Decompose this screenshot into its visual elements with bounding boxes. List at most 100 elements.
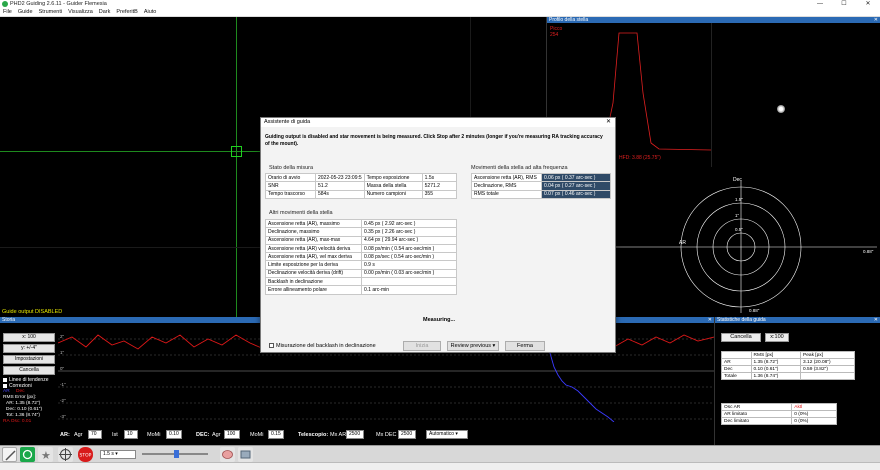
table-cell: AR xyxy=(721,358,752,366)
table-cell: 0.45 px ( 2.92 arc-sec ) xyxy=(361,218,457,229)
dec-mode-select[interactable]: Automatico ▾ xyxy=(426,430,468,439)
ar-hysteresis-input[interactable]: 10 xyxy=(124,430,138,439)
table-row: AR 1.35 (8.72") 3.12 (20.08") xyxy=(721,358,855,366)
panel-close-icon[interactable]: ✕ xyxy=(874,317,878,323)
table-cell: 0.04 px ( 0.27 arc-sec ) xyxy=(541,181,611,191)
table-cell: Errore allineamento polare xyxy=(265,285,362,295)
camera-connect-icon[interactable] xyxy=(2,447,17,462)
ar-minmove-input[interactable]: 0.10 xyxy=(166,430,182,439)
table-cell: 0.9 s xyxy=(361,260,457,270)
table-cell: RMS totale xyxy=(471,189,542,199)
ar-ist-label: Ist xyxy=(112,432,118,438)
table-cell: Declinazione, RMS xyxy=(471,181,542,191)
svg-text:STOP: STOP xyxy=(80,453,92,459)
menu-file[interactable]: File xyxy=(0,8,15,17)
review-previous-button[interactable]: Review previous ▾ xyxy=(447,341,499,351)
backlash-checkbox-label: Misurazione del backlash in declinazione xyxy=(276,343,376,349)
ring-label: 1.5" xyxy=(735,197,743,202)
table-cell: 0.1 arc-min xyxy=(361,285,457,295)
max-ra-input[interactable]: 2500 xyxy=(346,430,364,439)
title-bar: PHD2 Guiding 2.6.11 - Guider Flemesia — … xyxy=(0,0,880,8)
table-cell: Numero campioni xyxy=(363,189,423,199)
status-table: Orario di avvio 2022-05-23 23:09:5 Tempo… xyxy=(265,172,458,199)
guide-icon[interactable] xyxy=(58,447,73,462)
ra-axis-label: AR xyxy=(679,240,686,246)
scale-label-right: 0.88" xyxy=(863,249,874,254)
dec-minmove-input[interactable]: 0.15 xyxy=(268,430,284,439)
menu-dark[interactable]: Dark xyxy=(96,8,114,17)
loop-icon[interactable] xyxy=(20,447,35,462)
table-row: Osc AR Aktl xyxy=(720,403,837,411)
crosshair-vertical xyxy=(236,17,237,317)
menu-help[interactable]: Aiuto xyxy=(141,8,160,17)
dialog-close-icon[interactable]: ✕ xyxy=(606,118,611,127)
panel-close-icon[interactable]: ✕ xyxy=(874,17,878,23)
table-cell: Osc AR xyxy=(720,403,793,411)
stats-limits-table: Osc AR Aktl AR limitato 0 (0%) Dec limit… xyxy=(720,403,837,425)
clear-stats-button[interactable]: Cancella xyxy=(721,333,761,342)
table-row: Backlash in declinazione xyxy=(265,277,457,287)
table-cell: Dec limitato xyxy=(720,417,793,425)
table-row: Orario di avvio 2022-05-23 23:09:5 Tempo… xyxy=(265,172,458,183)
star-selection-box[interactable] xyxy=(231,146,242,157)
table-cell: 0.07 px ( 0.46 arc-sec ) xyxy=(541,189,611,199)
table-row: Tempo trascorso 584s Numero campioni 355 xyxy=(265,189,458,199)
auto-select-star-icon[interactable]: ★ xyxy=(38,447,53,462)
table-row: Declinazione, massimo 0.35 px ( 2.26 arc-… xyxy=(265,227,457,237)
y-range-button[interactable]: y: +/-4" xyxy=(3,344,55,353)
stats-x-select[interactable]: x:100 xyxy=(765,333,789,342)
exposure-select[interactable]: 1.5 s ▾ xyxy=(100,450,136,459)
menu-view[interactable]: Visualizza xyxy=(65,8,96,17)
mx-ar-label: Mx AR xyxy=(330,432,347,438)
stop-button[interactable]: Ferma xyxy=(505,341,545,351)
start-button[interactable]: Inizia xyxy=(403,341,441,351)
tools-icon[interactable] xyxy=(238,447,253,462)
table-row: Ascensione retta (AR), vel max deriva 0.0… xyxy=(265,252,457,262)
brain-icon[interactable] xyxy=(220,447,235,462)
ring-label: 0.5" xyxy=(735,227,743,232)
table-cell: 0.10 (0.61") xyxy=(750,365,802,373)
table-cell: SNR xyxy=(265,181,316,191)
guiding-assistant-dialog: Assistente di guida ✕ Guiding output is … xyxy=(260,117,616,353)
menu-bookmarks[interactable]: PreferitB xyxy=(113,8,140,17)
other-motion-table: Ascensione retta (AR), massimo 0.45 px ( … xyxy=(265,218,457,295)
clear-history-button[interactable]: Cancella xyxy=(3,366,55,375)
gamma-slider-handle[interactable] xyxy=(174,450,179,458)
dialog-intro: Guiding output is disabled and star move… xyxy=(265,134,603,147)
dec-label: DEC: xyxy=(196,432,210,438)
table-row: Declinazione velocità deriva (drift) 0.00… xyxy=(265,268,457,279)
backlash-checkbox[interactable]: Misurazione del backlash in declinazione xyxy=(269,343,376,349)
ar-agr-label: Agr xyxy=(74,432,83,438)
table-cell: 584s xyxy=(315,189,365,199)
table-cell xyxy=(800,372,855,380)
table-cell: 0 (0%) xyxy=(791,417,837,425)
table-header: RMS [px] xyxy=(750,351,802,359)
ring-label: 1" xyxy=(735,213,740,218)
settings-button[interactable]: Impostazioni xyxy=(3,355,55,364)
maximize-button[interactable]: ☐ xyxy=(832,0,856,8)
other-section-title: Altri movimenti della stella xyxy=(269,210,333,216)
x-range-button[interactable]: x: 100 xyxy=(3,333,55,342)
table-cell: 0 (0%) xyxy=(791,410,837,418)
stop-icon[interactable]: STOP xyxy=(78,447,93,462)
max-dec-input[interactable]: 2500 xyxy=(398,430,416,439)
table-row: Ascensione retta (AR), max-max 4.64 px ( … xyxy=(265,235,457,245)
table-cell: Limite esposizione per la deriva xyxy=(265,260,362,270)
y-tick-label: 2" xyxy=(60,334,65,339)
y-tick-label: -1" xyxy=(60,382,66,387)
guide-stats-panel: Statistiche della guida ✕ Cancella x:100… xyxy=(714,317,880,445)
menu-bar: File Guide Strumenti Visualizza Dark Preferit… xyxy=(0,8,880,17)
ar-aggression-input[interactable]: 70 xyxy=(88,430,102,439)
close-button[interactable]: ✕ xyxy=(856,0,880,8)
ar-label: AR: xyxy=(60,432,70,438)
table-cell: Aktl xyxy=(791,403,837,411)
menu-guide[interactable]: Guide xyxy=(15,8,36,17)
menu-tools[interactable]: Strumenti xyxy=(36,8,66,17)
table-cell: Ascensione retta (AR), massimo xyxy=(265,218,362,229)
table-cell: 0.06 px ( 0.37 arc-sec ) xyxy=(541,172,611,183)
table-cell: Backlash in declinazione xyxy=(265,277,362,287)
y-tick-label: -3" xyxy=(60,414,66,419)
table-cell: 1.5s xyxy=(421,172,458,183)
dec-aggression-input[interactable]: 100 xyxy=(224,430,240,439)
minimize-button[interactable]: — xyxy=(808,0,832,8)
